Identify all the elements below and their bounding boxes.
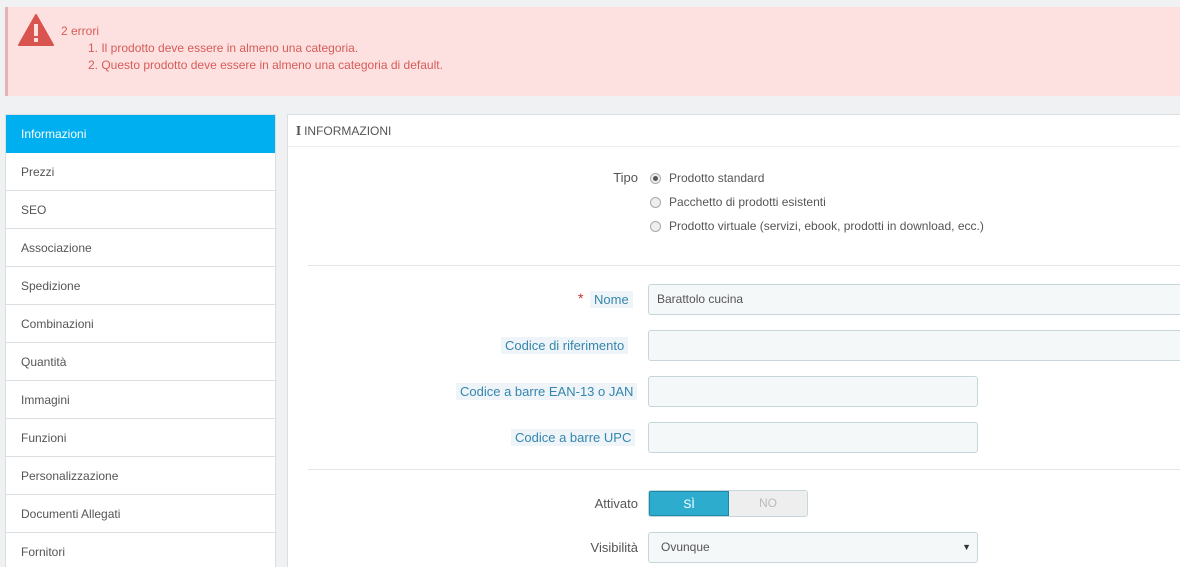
warning-triangle-icon — [18, 14, 54, 46]
tab-quantita[interactable]: Quantità — [6, 343, 275, 381]
select-value: Ovunque — [661, 540, 710, 554]
tab-informazioni[interactable]: Informazioni — [6, 115, 275, 153]
tab-fornitori[interactable]: Fornitori — [6, 533, 275, 567]
riferimento-label: Codice di riferimento — [501, 337, 629, 354]
required-mark: * — [578, 290, 584, 306]
section-divider — [308, 265, 1180, 266]
radio-label: Pacchetto di prodotti esistenti — [669, 195, 826, 209]
tab-associazione[interactable]: Associazione — [6, 229, 275, 267]
toggle-no[interactable]: NO — [729, 491, 807, 516]
tab-immagini[interactable]: Immagini — [6, 381, 275, 419]
tab-documenti-allegati[interactable]: Documenti Allegati — [6, 495, 275, 533]
ean-input[interactable] — [648, 376, 978, 407]
tab-combinazioni[interactable]: Combinazioni — [6, 305, 275, 343]
attivato-toggle[interactable]: SÌ NO — [648, 490, 808, 517]
attivato-label: Attivato — [594, 496, 638, 511]
radio-label: Prodotto standard — [669, 171, 765, 185]
error-item: 2. Questo prodotto deve essere in almeno… — [88, 58, 443, 72]
riferimento-input[interactable] — [648, 330, 1180, 361]
ean-label: Codice a barre EAN-13 o JAN — [456, 383, 638, 400]
error-count: 2 errori — [61, 24, 100, 38]
radio-prodotto-virtuale[interactable]: Prodotto virtuale (servizi, ebook, prodo… — [650, 219, 984, 233]
radio-pacchetto[interactable]: Pacchetto di prodotti esistenti — [650, 195, 826, 209]
informazioni-panel: i INFORMAZIONI Tipo Prodotto standard Pac… — [287, 114, 1180, 567]
radio-checked-icon[interactable] — [650, 172, 661, 184]
tab-funzioni[interactable]: Funzioni — [6, 419, 275, 457]
radio-icon[interactable] — [650, 196, 661, 208]
tab-prezzi[interactable]: Prezzi — [6, 153, 275, 191]
toggle-yes[interactable]: SÌ — [649, 491, 729, 516]
info-icon: i — [296, 124, 302, 138]
tab-seo[interactable]: SEO — [6, 191, 275, 229]
radio-icon[interactable] — [650, 220, 661, 232]
visibilita-label: Visibilità — [590, 540, 638, 555]
nome-label: Nome — [590, 291, 633, 308]
nome-input[interactable]: Barattolo cucina — [648, 284, 1180, 315]
tipo-label: Tipo — [613, 170, 638, 185]
tab-personalizzazione[interactable]: Personalizzazione — [6, 457, 275, 495]
upc-label: Codice a barre UPC — [511, 429, 636, 446]
visibilita-select[interactable]: Ovunque ▼ — [648, 532, 978, 563]
radio-prodotto-standard[interactable]: Prodotto standard — [650, 171, 764, 185]
section-divider — [308, 469, 1180, 470]
error-list: 1. Il prodotto deve essere in almeno una… — [88, 40, 443, 74]
product-tabs-sidebar: Informazioni Prezzi SEO Associazione Spe… — [5, 114, 276, 567]
chevron-down-icon: ▼ — [962, 542, 971, 552]
panel-title: INFORMAZIONI — [304, 124, 392, 138]
error-alert: 2 errori 1. Il prodotto deve essere in a… — [5, 7, 1180, 96]
upc-input[interactable] — [648, 422, 978, 453]
tab-spedizione[interactable]: Spedizione — [6, 267, 275, 305]
panel-heading: i INFORMAZIONI — [288, 115, 1180, 147]
error-item: 1. Il prodotto deve essere in almeno una… — [88, 41, 359, 55]
radio-label: Prodotto virtuale (servizi, ebook, prodo… — [669, 219, 984, 233]
